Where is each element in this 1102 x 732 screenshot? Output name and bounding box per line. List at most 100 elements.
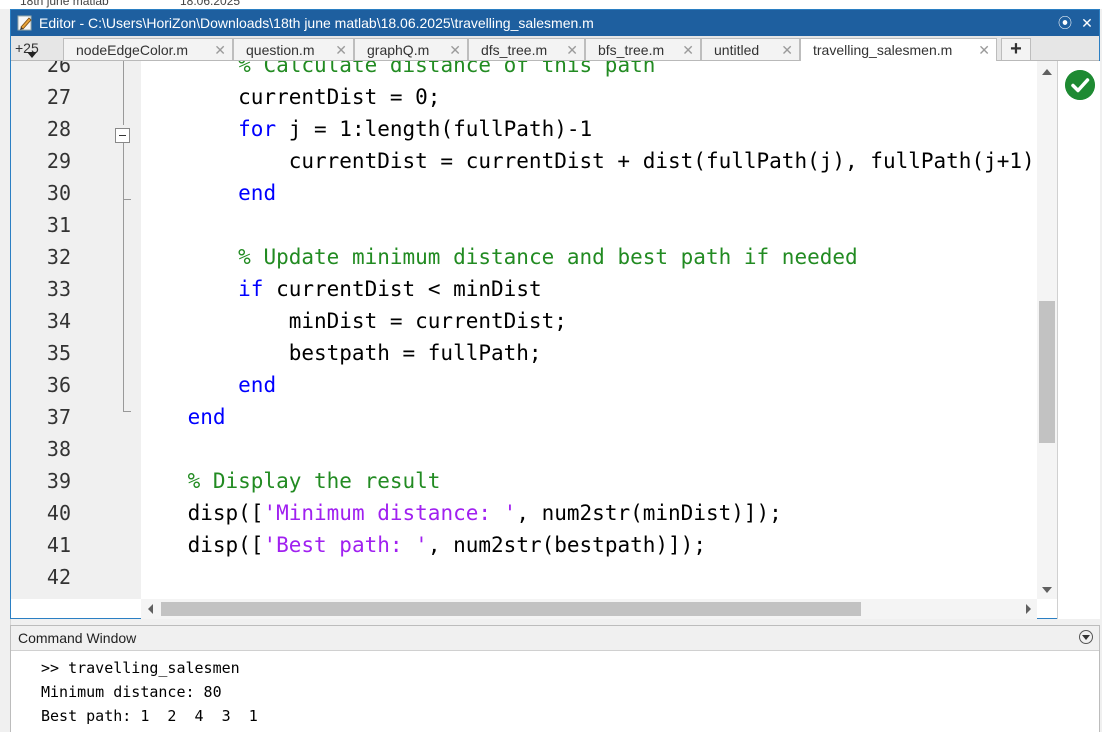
tab-close-icon[interactable]: ✕	[682, 39, 694, 61]
new-tab-button[interactable]: +	[1001, 38, 1031, 60]
line-number: 32	[46, 245, 71, 269]
tab-label: dfs_tree.m	[481, 42, 548, 58]
code-text: disp([	[141, 533, 264, 557]
code-string: 'Best path: '	[263, 533, 428, 557]
code-keyword: for	[238, 117, 277, 141]
code-line[interactable]: % Display the result	[141, 465, 441, 497]
editor-title: Editor - C:\Users\HoriZon\Downloads\18th…	[39, 15, 594, 31]
chevron-down-icon	[27, 52, 37, 58]
line-number: 41	[46, 533, 71, 557]
command-output-line: Best path: 1 2 4 3 1	[41, 707, 258, 725]
code-text: minDist = currentDist;	[141, 309, 567, 333]
code-keyword: end	[238, 373, 277, 397]
code-string: 'Minimum distance: '	[263, 501, 517, 525]
more-tabs-button[interactable]: +25	[15, 38, 39, 58]
tab-dfs-tree[interactable]: dfs_tree.m ✕	[468, 38, 585, 60]
code-line[interactable]: % Calculate distance of this path	[141, 61, 655, 81]
code-line[interactable]: currentDist = currentDist + dist(fullPat…	[141, 145, 1037, 177]
code-line[interactable]: for j = 1:length(fullPath)-1	[141, 113, 592, 145]
line-number: 36	[46, 373, 71, 397]
editor-menu-button[interactable]: ⦿	[1055, 10, 1075, 36]
tab-close-icon[interactable]: ✕	[449, 39, 461, 61]
code-line[interactable]: end	[141, 177, 276, 209]
line-number-gutter: 26 27 28 29 30 31 32 33 34 35 36 37 38 39 40 41 42	[11, 61, 141, 599]
tab-label: untitled	[714, 42, 760, 58]
code-keyword: if	[238, 277, 264, 301]
fold-toggle-button[interactable]	[115, 128, 130, 143]
line-number: 40	[46, 501, 71, 525]
tab-close-icon[interactable]: ✕	[566, 39, 578, 61]
code-line[interactable]: % Update minimum distance and best path …	[141, 241, 858, 273]
tab-close-icon[interactable]: ✕	[335, 39, 347, 61]
tab-travelling-salesmen[interactable]: travelling_salesmen.m ✕	[800, 38, 997, 61]
tab-close-icon[interactable]: ✕	[781, 39, 793, 61]
tab-nodeedgecolor[interactable]: nodeEdgeColor.m ✕	[63, 38, 233, 60]
code-line[interactable]: bestpath = fullPath;	[141, 337, 542, 369]
command-window-menu-icon[interactable]	[1079, 630, 1093, 644]
line-number: 30	[46, 181, 71, 205]
code-line[interactable]: minDist = currentDist;	[141, 305, 567, 337]
tab-label: graphQ.m	[367, 42, 430, 58]
horizontal-scrollbar[interactable]	[141, 599, 1037, 619]
tab-graphq[interactable]: graphQ.m ✕	[354, 38, 468, 60]
tab-bfs-tree[interactable]: bfs_tree.m ✕	[585, 38, 701, 60]
code-text: currentDist = currentDist + dist(fullPat…	[141, 149, 1037, 173]
line-number: 38	[46, 437, 71, 461]
code-line[interactable]: currentDist = 0;	[141, 81, 440, 113]
code-comment: % Calculate distance of this path	[238, 61, 656, 77]
code-text: , num2str(minDist)]);	[516, 501, 782, 525]
code-line[interactable]: end	[141, 401, 226, 433]
command-output-line: Minimum distance: 80	[41, 683, 222, 701]
code-text: , num2str(bestpath)]);	[427, 533, 706, 557]
tab-label: bfs_tree.m	[598, 42, 665, 58]
command-output-line[interactable]: >> travelling_salesmen	[41, 656, 240, 680]
scroll-up-icon[interactable]	[1042, 69, 1052, 75]
editor-pencil-icon	[17, 15, 32, 31]
vertical-scrollbar[interactable]	[1037, 61, 1057, 599]
check-circle-icon[interactable]	[1065, 70, 1095, 100]
editor-close-button[interactable]: ✕	[1077, 10, 1097, 36]
scroll-right-icon[interactable]	[1026, 604, 1031, 614]
line-number: 28	[46, 117, 71, 141]
fold-guide	[123, 61, 124, 125]
line-number: 39	[46, 469, 71, 493]
line-number: 42	[46, 565, 71, 589]
code-line[interactable]: disp(['Minimum distance: ', num2str(minD…	[141, 497, 782, 529]
code-editor[interactable]: % Calculate distance of this path curren…	[141, 61, 1037, 599]
tab-untitled[interactable]: untitled ✕	[701, 38, 800, 60]
tab-label: nodeEdgeColor.m	[76, 42, 189, 58]
scroll-down-icon[interactable]	[1042, 587, 1052, 593]
fold-end-marker	[123, 199, 131, 200]
scroll-left-icon[interactable]	[148, 604, 153, 614]
code-text: bestpath = fullPath;	[141, 341, 542, 365]
fold-end-marker	[123, 411, 131, 412]
code-line[interactable]: end	[141, 369, 276, 401]
line-number: 33	[46, 277, 71, 301]
line-number: 31	[46, 213, 71, 237]
code-line[interactable]: disp(['Best path: ', num2str(bestpath)])…	[141, 529, 706, 561]
tab-close-icon[interactable]: ✕	[978, 39, 990, 61]
code-keyword: end	[238, 181, 277, 205]
code-text: disp([	[141, 501, 264, 525]
tab-question[interactable]: question.m ✕	[233, 38, 354, 60]
horizontal-scroll-thumb[interactable]	[161, 602, 861, 616]
editor-tab-bar: +25 nodeEdgeColor.m ✕ question.m ✕ graph…	[11, 36, 1099, 61]
code-text: j = 1:length(fullPath)-1	[276, 117, 593, 141]
editor-window: Editor - C:\Users\HoriZon\Downloads\18th…	[10, 9, 1100, 619]
code-text: currentDist = 0;	[141, 85, 441, 109]
editor-titlebar: Editor - C:\Users\HoriZon\Downloads\18th…	[11, 10, 1099, 36]
vertical-scroll-thumb[interactable]	[1039, 301, 1055, 443]
code-line[interactable]: if currentDist < minDist	[141, 273, 541, 305]
tab-close-icon[interactable]: ✕	[214, 39, 226, 61]
line-number: 27	[46, 85, 71, 109]
top-strip-left-text: 18th june matlab	[20, 0, 109, 8]
line-number: 37	[46, 405, 71, 429]
top-strip-right-text: 18.06.2025	[180, 0, 241, 8]
